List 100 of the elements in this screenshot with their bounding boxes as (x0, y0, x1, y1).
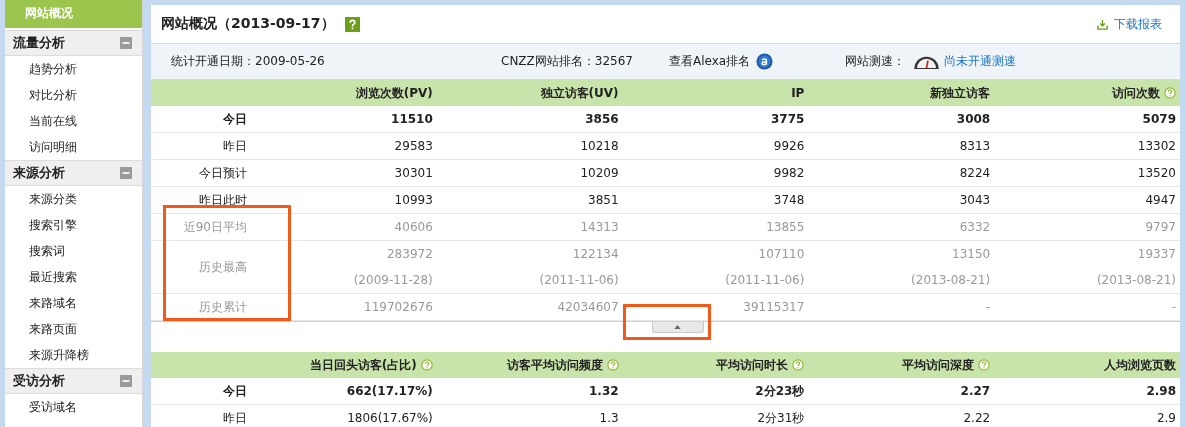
table-cell: 8224 (959, 166, 991, 180)
table-cell: 2.9 (1156, 411, 1176, 425)
table-cell: 9982 (773, 166, 805, 180)
sidebar-item[interactable]: 访问明细 (5, 134, 142, 160)
sidebar-item[interactable]: 搜索词 (5, 238, 142, 264)
date-text: (2013-08-21) (1096, 273, 1176, 287)
table-cell: 40606 (394, 220, 433, 234)
table-cell: 6332 (959, 220, 991, 234)
row-label: 今日 (222, 382, 248, 400)
group-label: 来源分析 (13, 164, 66, 182)
collapse-icon[interactable] (120, 167, 132, 179)
table-cell: 9926 (773, 139, 805, 153)
column-header: 独立访客(UV) (540, 84, 619, 102)
sidebar-item[interactable]: 趋势分析 (5, 56, 142, 82)
table-cell: 4947 (1145, 193, 1176, 207)
group-label: 受访分析 (13, 372, 66, 390)
table-cell: 19337 (1137, 247, 1176, 261)
table-cell: 119702676 (364, 300, 433, 314)
collapse-icon[interactable] (120, 375, 132, 387)
date-text: (2011-11-06) (725, 273, 805, 287)
table-cell: - (985, 300, 991, 314)
sidebar-item[interactable]: 对比分析 (5, 82, 142, 108)
alexa-link[interactable]: 查看Alexa排名 (669, 53, 751, 70)
column-header: IP (791, 86, 805, 100)
column-header: 平均访问深度 (902, 356, 975, 374)
table-cell: 10209 (580, 166, 619, 180)
speed-test-link[interactable]: 尚未开通测速 (944, 53, 1016, 70)
row-label: 今日 (222, 110, 248, 128)
row-label: 历史最高 (198, 258, 248, 276)
sidebar-group-header[interactable]: 受访分析 (5, 368, 142, 394)
download-link[interactable]: 下载报表 (1114, 15, 1162, 33)
table-cell: 3043 (959, 193, 991, 207)
table-cell: 13520 (1137, 166, 1176, 180)
help-icon[interactable] (792, 359, 805, 371)
table-cell: 283972 (387, 247, 433, 261)
rank-text: CNZZ网站排名：32567 (501, 53, 634, 70)
table-cell: 14313 (580, 220, 619, 234)
sidebar-item[interactable]: 最近搜索 (5, 264, 142, 290)
table-cell: 11510 (391, 112, 433, 126)
row-label: 昨日 (222, 137, 248, 155)
sidebar-item[interactable]: 受访域名 (5, 394, 142, 420)
table-cell: 29583 (394, 139, 433, 153)
column-header: 浏览次数(PV) (355, 84, 433, 102)
sidebar-item[interactable]: 搜索引擎 (5, 212, 142, 238)
table-cell: - (1171, 300, 1176, 314)
table-cell: 122134 (572, 247, 619, 261)
sidebar-group-header[interactable]: 流量分析 (5, 30, 142, 56)
alexa-icon[interactable] (756, 53, 774, 70)
collapse-button[interactable] (651, 322, 704, 333)
table-cell: 39115317 (743, 300, 805, 314)
table-cell: 3851 (588, 193, 619, 207)
row-label: 昨日 (222, 409, 248, 427)
download-icon (1097, 18, 1108, 30)
row-label: 近90日平均 (182, 218, 248, 236)
sidebar-group-header[interactable]: 来源分析 (5, 160, 142, 186)
group-label: 流量分析 (13, 34, 66, 52)
table-cell: 3775 (771, 112, 805, 126)
table-cell: 13302 (1137, 139, 1176, 153)
collapse-icon[interactable] (120, 37, 132, 49)
column-header: 访客平均访问频度 (506, 356, 603, 374)
table-cell: 107110 (758, 247, 805, 261)
help-icon[interactable] (344, 16, 360, 32)
table-cell: 5079 (1142, 112, 1176, 126)
table-cell: 42034607 (557, 300, 619, 314)
sidebar-item[interactable]: 来路域名 (5, 290, 142, 316)
sidebar-item[interactable]: 当前在线 (5, 108, 142, 134)
table-cell: 1.32 (589, 384, 619, 398)
date-text: (2013-08-21) (911, 273, 991, 287)
start-date-text: 统计开通日期：2009-05-26 (171, 53, 326, 70)
table-cell: 2.98 (1146, 384, 1176, 398)
row-label: 昨日此时 (198, 191, 248, 209)
table-cell: 662(17.17%) (346, 384, 433, 398)
help-icon[interactable] (420, 359, 433, 371)
table-cell: 1.3 (599, 411, 619, 425)
sidebar-item[interactable]: 来路页面 (5, 316, 142, 342)
date-text: (2009-11-28) (353, 273, 433, 287)
help-icon[interactable] (1164, 87, 1176, 99)
table-cell: 1806(17.67%) (347, 411, 433, 425)
caret-up-icon (674, 325, 681, 329)
table-cell: 3856 (585, 112, 619, 126)
column-header: 新独立访客 (930, 84, 991, 102)
table-cell: 2.22 (963, 411, 991, 425)
row-label: 今日预计 (198, 164, 248, 182)
table-cell: 13855 (766, 220, 805, 234)
table-cell: 3008 (956, 112, 991, 126)
column-header: 当日回头访客(占比) (309, 356, 417, 374)
table-cell: 13150 (952, 247, 991, 261)
help-icon[interactable] (978, 359, 991, 371)
table-cell: 2分31秒 (757, 409, 805, 427)
table-cell: 3748 (773, 193, 805, 207)
sidebar-item[interactable]: 来源分类 (5, 186, 142, 212)
help-icon[interactable] (606, 359, 619, 371)
column-header: 访问次数 (1112, 84, 1160, 102)
table-cell: 10993 (394, 193, 433, 207)
sidebar-item[interactable]: 来源升降榜 (5, 342, 142, 368)
table-cell: 8313 (959, 139, 991, 153)
table-cell: 2.27 (960, 384, 991, 398)
column-header: 人均浏览页数 (1104, 356, 1176, 374)
table-cell: 30301 (394, 166, 433, 180)
table-cell: 2分23秒 (755, 382, 805, 400)
